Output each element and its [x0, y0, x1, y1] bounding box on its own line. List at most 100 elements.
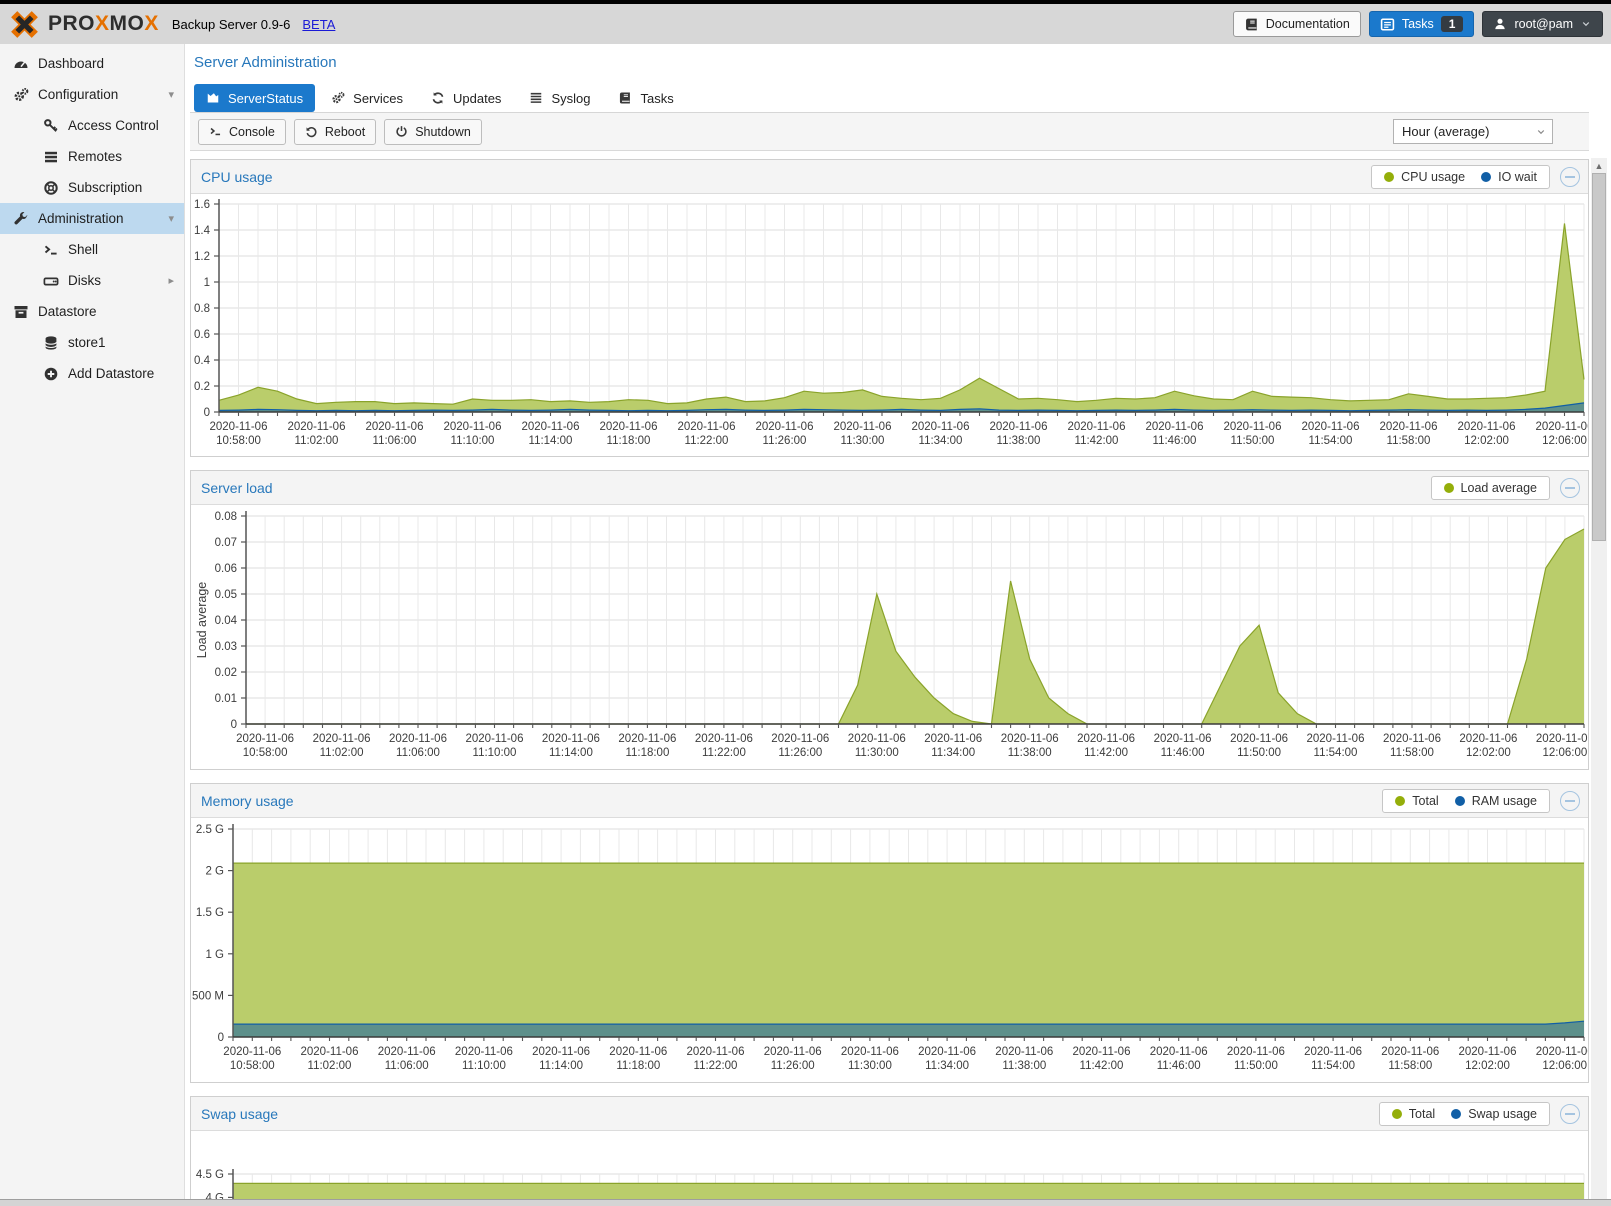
- legend-item-io-wait[interactable]: IO wait: [1481, 170, 1537, 184]
- tab-serverstatus[interactable]: ServerStatus: [194, 84, 315, 112]
- sidebar-item-datastore[interactable]: Datastore: [0, 296, 184, 327]
- svg-text:11:50:00: 11:50:00: [1237, 747, 1281, 759]
- server-load-chart: 00.010.020.030.040.050.060.070.082020-11…: [191, 505, 1588, 769]
- memory-usage-chart-body: 0500 M1 G1.5 G2 G2.5 G2020-11-0610:58:00…: [191, 818, 1588, 1082]
- svg-text:11:50:00: 11:50:00: [1231, 435, 1275, 447]
- sidebar-item-subscription[interactable]: Subscription: [0, 172, 184, 203]
- svg-text:2020-11-06: 2020-11-06: [756, 421, 814, 433]
- svg-text:11:02:00: 11:02:00: [320, 747, 364, 759]
- svg-text:2020-11-06: 2020-11-06: [609, 1046, 667, 1058]
- svg-text:11:38:00: 11:38:00: [997, 435, 1041, 447]
- tab-label: ServerStatus: [228, 91, 303, 106]
- legend-item-total[interactable]: Total: [1392, 1107, 1435, 1121]
- svg-text:1: 1: [204, 277, 210, 289]
- refresh-icon: [431, 91, 445, 105]
- sidebar-item-label: Dashboard: [38, 56, 104, 71]
- svg-text:0.01: 0.01: [215, 693, 237, 705]
- svg-text:1.4: 1.4: [194, 225, 211, 237]
- svg-text:2020-11-06: 2020-11-06: [1154, 733, 1212, 745]
- svg-text:11:02:00: 11:02:00: [295, 435, 339, 447]
- sidebar-item-disks[interactable]: Disks ▸: [0, 265, 184, 296]
- undo-icon: [305, 125, 318, 138]
- tab-updates[interactable]: Updates: [419, 84, 513, 112]
- collapse-panel-icon[interactable]: [1560, 478, 1580, 498]
- sidebar-item-configuration[interactable]: Configuration ▾: [0, 79, 184, 110]
- beta-link[interactable]: BETA: [302, 17, 335, 32]
- sidebar-item-label: Add Datastore: [68, 366, 154, 381]
- panel-title: Server load: [201, 480, 273, 496]
- panel-title: CPU usage: [201, 169, 273, 185]
- legend-item-load-average[interactable]: Load average: [1444, 481, 1537, 495]
- collapse-panel-icon[interactable]: [1560, 1104, 1580, 1124]
- user-menu-button[interactable]: root@pam: [1482, 11, 1603, 37]
- sidebar-item-store1[interactable]: store1: [0, 327, 184, 358]
- svg-text:2020-11-06: 2020-11-06: [301, 1046, 359, 1058]
- svg-text:11:58:00: 11:58:00: [1388, 1060, 1432, 1072]
- timeframe-select[interactable]: Hour (average): [1393, 119, 1553, 144]
- legend-item-swap-usage[interactable]: Swap usage: [1451, 1107, 1537, 1121]
- list-icon: [42, 149, 59, 165]
- collapse-panel-icon[interactable]: [1560, 791, 1580, 811]
- svg-text:11:46:00: 11:46:00: [1153, 435, 1197, 447]
- svg-text:10:58:00: 10:58:00: [243, 747, 288, 759]
- terminal-icon: [209, 125, 222, 138]
- legend-dot-icon: [1451, 1109, 1461, 1119]
- sidebar-item-label: Disks: [68, 273, 101, 288]
- svg-text:2020-11-06: 2020-11-06: [1224, 421, 1282, 433]
- svg-text:2020-11-06: 2020-11-06: [687, 1046, 745, 1058]
- svg-text:11:26:00: 11:26:00: [763, 435, 807, 447]
- collapse-panel-icon[interactable]: [1560, 167, 1580, 187]
- sidebar-item-shell[interactable]: Shell: [0, 234, 184, 265]
- svg-text:2020-11-06: 2020-11-06: [1458, 421, 1516, 433]
- toolbar: Console Reboot Shutdown Hour (average): [190, 113, 1589, 151]
- svg-text:0: 0: [204, 407, 210, 419]
- legend-item-cpu-usage[interactable]: CPU usage: [1384, 170, 1465, 184]
- svg-text:2020-11-06: 2020-11-06: [848, 733, 906, 745]
- tasks-button[interactable]: Tasks 1: [1369, 11, 1475, 37]
- sidebar-item-add-datastore[interactable]: Add Datastore: [0, 358, 184, 389]
- tab-services[interactable]: Services: [319, 84, 415, 112]
- svg-text:2020-11-06: 2020-11-06: [444, 421, 502, 433]
- sidebar-item-access-control[interactable]: Access Control: [0, 110, 184, 141]
- tab-label: Updates: [453, 91, 501, 106]
- svg-text:2020-11-06: 2020-11-06: [764, 1046, 822, 1058]
- legend-item-ram-usage[interactable]: RAM usage: [1455, 794, 1537, 808]
- svg-text:12:02:00: 12:02:00: [1465, 1060, 1510, 1072]
- reboot-button[interactable]: Reboot: [294, 119, 376, 145]
- sidebar-item-label: Configuration: [38, 87, 118, 102]
- legend-item-total[interactable]: Total: [1395, 794, 1438, 808]
- chevron-down-icon[interactable]: ▾: [168, 88, 174, 101]
- svg-text:11:38:00: 11:38:00: [1002, 1060, 1046, 1072]
- cpu-usage-legend: CPU usage IO wait: [1371, 165, 1550, 189]
- svg-text:2020-11-06: 2020-11-06: [834, 421, 892, 433]
- sidebar-item-administration[interactable]: Administration ▾: [0, 203, 184, 234]
- documentation-button[interactable]: Documentation: [1233, 11, 1361, 37]
- shutdown-button[interactable]: Shutdown: [384, 119, 482, 145]
- tab-syslog[interactable]: Syslog: [517, 84, 602, 112]
- sidebar-item-label: Administration: [38, 211, 124, 226]
- brand-wordmark: PROXMOX: [48, 12, 159, 36]
- svg-text:2020-11-06: 2020-11-06: [1001, 733, 1059, 745]
- scrollbar-thumb[interactable]: [1592, 173, 1606, 541]
- scroll-up-arrow-icon[interactable]: ▲: [1591, 158, 1607, 173]
- svg-text:2020-11-06: 2020-11-06: [1230, 733, 1288, 745]
- user-icon: [1493, 17, 1507, 31]
- svg-text:11:22:00: 11:22:00: [685, 435, 729, 447]
- svg-text:4.5 G: 4.5 G: [196, 1169, 224, 1181]
- sidebar-item-dashboard[interactable]: Dashboard: [0, 48, 184, 79]
- vertical-scrollbar[interactable]: ▲: [1591, 158, 1607, 1199]
- svg-text:11:18:00: 11:18:00: [616, 1060, 660, 1072]
- svg-text:11:18:00: 11:18:00: [625, 747, 669, 759]
- console-button[interactable]: Console: [198, 119, 286, 145]
- timeframe-value: Hour (average): [1394, 124, 1530, 139]
- caret-right-icon[interactable]: ▸: [168, 274, 174, 287]
- chevron-down-icon[interactable]: ▾: [168, 212, 174, 225]
- brand-letters: X: [144, 12, 159, 36]
- sidebar-item-remotes[interactable]: Remotes: [0, 141, 184, 172]
- svg-text:2020-11-06: 2020-11-06: [600, 421, 658, 433]
- svg-text:2020-11-06: 2020-11-06: [771, 733, 829, 745]
- task-list-icon: [1380, 17, 1395, 32]
- swap-usage-chart: 0500 M1 G1.5 G2 G2.5 G3 G3.5 G4 G4.5 G20…: [191, 1131, 1588, 1206]
- tab-tasks[interactable]: Tasks: [606, 84, 685, 112]
- svg-text:0.2: 0.2: [194, 381, 210, 393]
